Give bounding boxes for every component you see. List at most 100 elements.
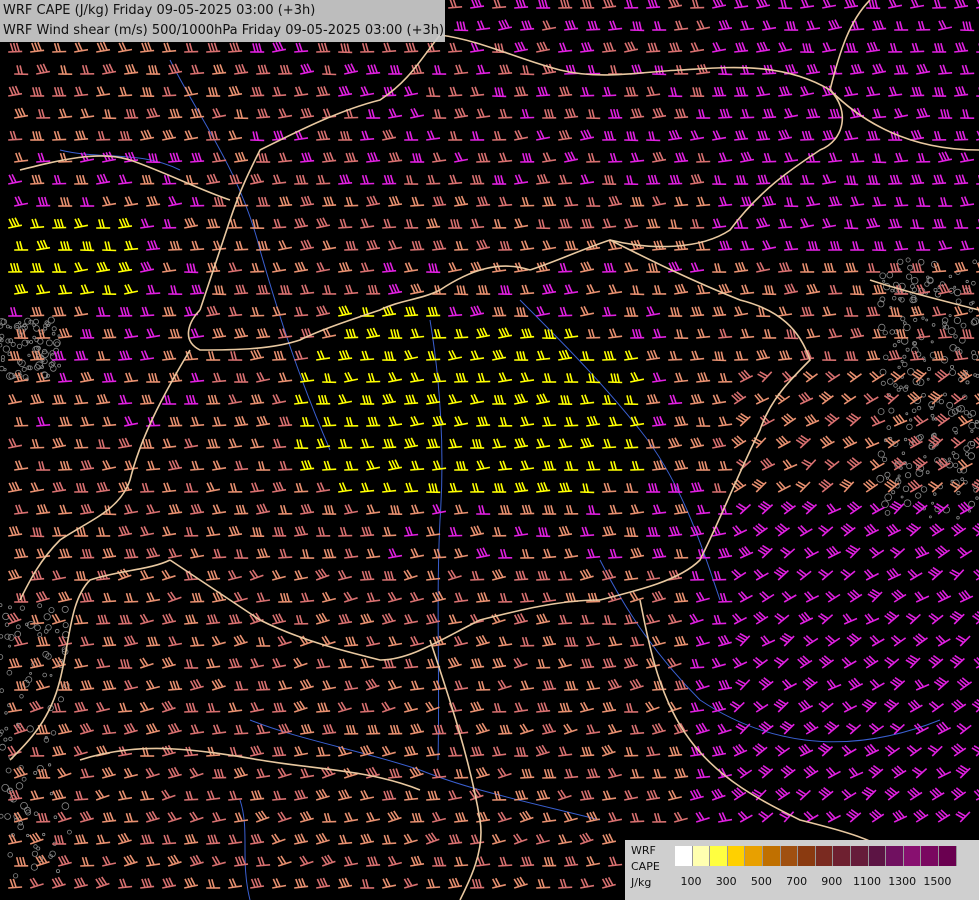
barb-shaft: [520, 204, 535, 207]
barb-shaft: [850, 293, 865, 296]
barb-shaft: [954, 138, 969, 141]
barb-shaft: [190, 468, 205, 471]
barb-shaft: [762, 160, 777, 163]
barb-shaft: [558, 270, 573, 273]
barb-shaft: [322, 468, 337, 471]
barb-shaft: [8, 50, 23, 53]
barb-shaft: [932, 226, 947, 229]
barb-shaft: [52, 182, 67, 185]
barb-shaft: [234, 248, 249, 251]
barb-shaft: [322, 424, 337, 427]
barb-shaft: [294, 490, 309, 493]
barb-shaft: [828, 292, 843, 295]
barb-shaft: [558, 314, 573, 317]
barb-shaft: [316, 182, 331, 185]
barb-shaft: [234, 204, 249, 207]
barb-shaft: [74, 446, 89, 449]
barb-shaft: [476, 160, 491, 163]
barb-shaft: [712, 94, 727, 97]
barb-shaft: [762, 72, 777, 75]
barb-shaft: [602, 490, 617, 493]
barb-shaft: [168, 336, 183, 339]
barb-shaft: [960, 29, 975, 32]
barb-shaft: [52, 358, 67, 361]
barb-shaft: [58, 468, 73, 471]
barb-shaft: [756, 182, 771, 185]
barb-shaft: [366, 424, 381, 427]
barb-shaft: [602, 358, 617, 361]
barb-shaft: [564, 424, 579, 427]
barb-shaft: [30, 314, 45, 317]
wind-barb-map: [0, 0, 979, 900]
barb-shaft: [52, 50, 67, 53]
barb-shaft: [382, 226, 397, 229]
barb-shaft: [168, 160, 183, 163]
barb-shaft: [344, 336, 359, 339]
barb-shaft: [52, 226, 67, 229]
barb-shaft: [30, 446, 45, 449]
barb-shaft: [52, 314, 67, 317]
barb-shaft: [454, 248, 469, 251]
barb-shaft: [206, 138, 221, 141]
barb-shaft: [102, 249, 117, 252]
barb-shaft: [454, 293, 469, 296]
barb-shaft: [272, 358, 287, 361]
barb-shaft: [712, 359, 727, 362]
barb-shaft: [118, 402, 133, 405]
barb-shaft: [190, 160, 205, 163]
barb-shaft: [602, 446, 617, 449]
barb-shaft: [410, 204, 425, 207]
barb-shaft: [492, 314, 507, 317]
barb-shaft: [646, 226, 661, 229]
barb-shaft: [410, 248, 425, 251]
barb-shaft: [536, 94, 551, 97]
barb-shaft: [322, 73, 337, 76]
barb-shaft: [146, 424, 161, 427]
barb-shaft: [476, 380, 491, 383]
barb-shaft: [586, 468, 601, 471]
barb-shaft: [278, 468, 293, 471]
barb-shaft: [652, 73, 667, 76]
barb-shaft: [520, 512, 535, 515]
barb-shaft: [234, 292, 249, 295]
barb-shaft: [608, 381, 623, 384]
barb-shaft: [844, 270, 859, 273]
barb-shaft: [624, 94, 639, 97]
barb-shaft: [250, 314, 265, 317]
barb-shaft: [894, 72, 909, 75]
barb-shaft: [316, 50, 331, 53]
barb-shaft: [910, 94, 925, 97]
barb-shaft: [140, 490, 155, 493]
barb-shaft: [520, 116, 535, 119]
barb-shaft: [668, 182, 683, 185]
barb-shaft: [866, 138, 881, 141]
barb-shaft: [426, 182, 441, 185]
barb-shaft: [580, 226, 595, 229]
barb-shaft: [646, 446, 661, 449]
barb-shaft: [454, 29, 469, 32]
barb-shaft: [74, 358, 89, 361]
barb-shaft: [674, 116, 689, 119]
barb-shaft: [608, 160, 623, 163]
barb-shaft: [888, 182, 903, 185]
barb-shaft: [938, 336, 953, 339]
barb-shaft: [344, 204, 359, 207]
barb-shaft: [668, 227, 683, 230]
barb-shaft: [206, 50, 221, 53]
barb-shaft: [52, 138, 67, 141]
barb-shaft: [360, 182, 375, 185]
barb-shaft: [344, 116, 359, 119]
barb-shaft: [206, 226, 221, 229]
barb-shaft: [866, 314, 881, 317]
barb-shaft: [256, 292, 271, 295]
barb-shaft: [234, 512, 249, 515]
barb-shaft: [602, 314, 617, 317]
barb-shaft: [404, 50, 419, 53]
barb-shaft: [432, 380, 447, 383]
barb-shaft: [426, 314, 441, 317]
barb-shaft: [696, 160, 711, 163]
barb-shaft: [14, 424, 29, 427]
barb-shaft: [888, 226, 903, 229]
barb-shaft: [498, 116, 513, 119]
barb-shaft: [250, 94, 265, 97]
